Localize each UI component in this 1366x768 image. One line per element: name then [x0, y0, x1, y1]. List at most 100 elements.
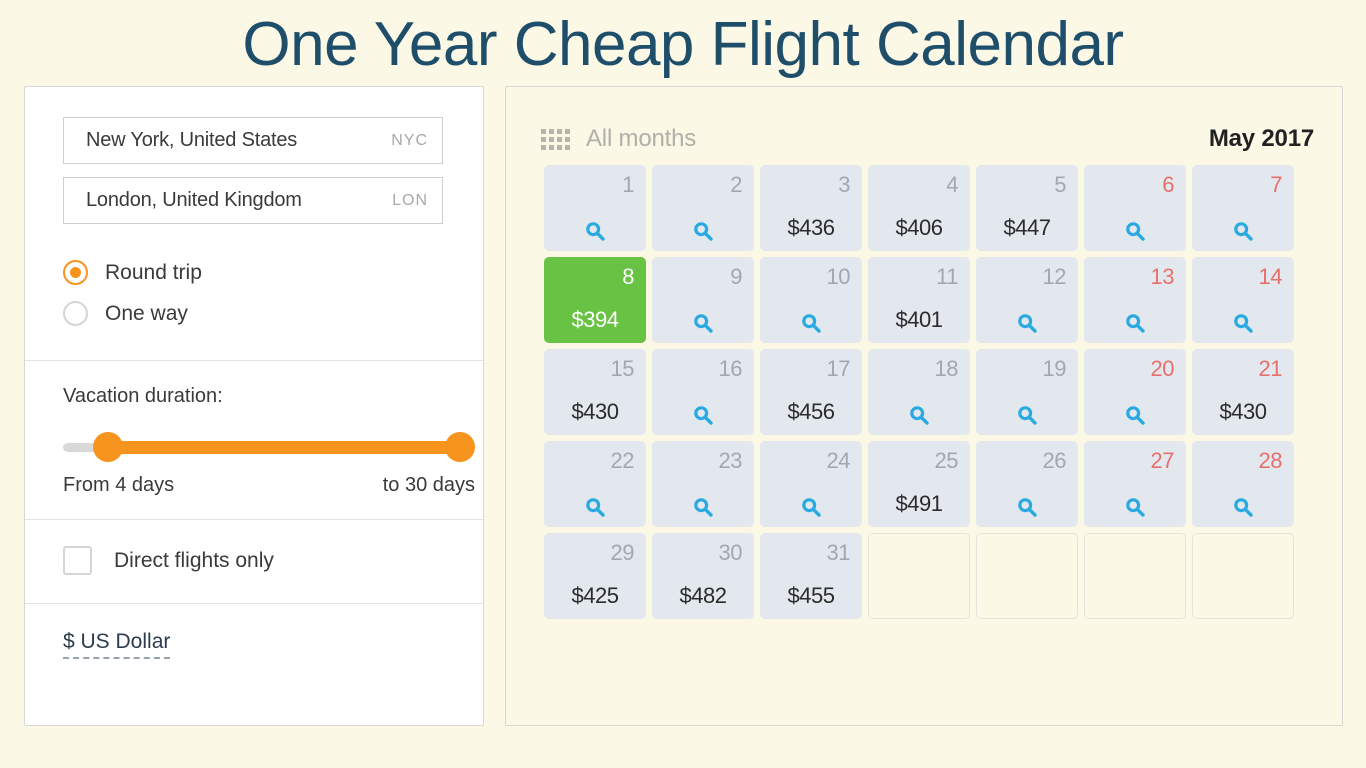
- origin-field[interactable]: New York, United States NYC: [63, 117, 443, 164]
- calendar-day-cell[interactable]: 23: [652, 441, 754, 527]
- calendar-day-cell[interactable]: 31 $455: [760, 533, 862, 619]
- day-number: 17: [826, 356, 851, 381]
- slider-handle-max[interactable]: [445, 432, 475, 462]
- calendar-day-cell[interactable]: 12: [976, 257, 1078, 343]
- calendar-day-cell[interactable]: 8 $394: [544, 257, 646, 343]
- calendar-day-cell[interactable]: 11 $401: [868, 257, 970, 343]
- magnifier-icon[interactable]: [544, 220, 646, 242]
- calendar-day-cell[interactable]: 9: [652, 257, 754, 343]
- calendar-day-cell[interactable]: 24: [760, 441, 862, 527]
- calendar-day-cell[interactable]: 26: [976, 441, 1078, 527]
- magnifier-icon[interactable]: [1192, 312, 1294, 334]
- day-number: 14: [1258, 264, 1283, 289]
- radio-one-way[interactable]: One way: [63, 293, 445, 334]
- day-number: 9: [730, 264, 742, 289]
- currency-selector[interactable]: $ US Dollar: [63, 630, 171, 659]
- magnifier-icon[interactable]: [652, 404, 754, 426]
- day-number: 28: [1258, 448, 1283, 473]
- duration-range-labels: From 4 days to 30 days: [63, 474, 475, 497]
- magnifier-icon[interactable]: [1084, 312, 1186, 334]
- magnifier-icon[interactable]: [1084, 496, 1186, 518]
- magnifier-icon[interactable]: [652, 496, 754, 518]
- calendar-day-cell[interactable]: 18: [868, 349, 970, 435]
- calendar-cell-empty: [1192, 533, 1294, 619]
- day-price: $406: [895, 215, 943, 240]
- magnifier-icon[interactable]: [976, 496, 1078, 518]
- magnifier-icon[interactable]: [1084, 404, 1186, 426]
- calendar-day-cell[interactable]: 29 $425: [544, 533, 646, 619]
- magnifier-icon[interactable]: [652, 312, 754, 334]
- direct-flights-section: Direct flights only: [25, 520, 483, 604]
- calendar-day-cell[interactable]: 25 $491: [868, 441, 970, 527]
- radio-selected-icon: [63, 260, 88, 285]
- calendar-day-cell[interactable]: 22: [544, 441, 646, 527]
- calendar-day-cell[interactable]: 1: [544, 165, 646, 251]
- calendar-day-cell[interactable]: 15 $430: [544, 349, 646, 435]
- calendar-cell-empty: [1084, 533, 1186, 619]
- day-number: 22: [610, 448, 635, 473]
- day-number: 13: [1150, 264, 1175, 289]
- magnifier-icon[interactable]: [1192, 220, 1294, 242]
- day-number: 24: [826, 448, 851, 473]
- calendar-day-cell[interactable]: 21 $430: [1192, 349, 1294, 435]
- day-number: 10: [826, 264, 851, 289]
- day-number: 5: [1054, 172, 1066, 197]
- radio-round-trip[interactable]: Round trip: [63, 252, 445, 293]
- day-number: 6: [1162, 172, 1174, 197]
- magnifier-icon[interactable]: [868, 404, 970, 426]
- checkbox-unchecked-icon[interactable]: [63, 546, 92, 575]
- calendar-day-cell[interactable]: 14: [1192, 257, 1294, 343]
- calendar-day-cell[interactable]: 27: [1084, 441, 1186, 527]
- calendar-day-cell[interactable]: 2: [652, 165, 754, 251]
- day-number: 27: [1150, 448, 1175, 473]
- day-number: 19: [1042, 356, 1067, 381]
- magnifier-icon[interactable]: [976, 404, 1078, 426]
- day-price: $401: [895, 307, 943, 332]
- calendar-cell-empty: [868, 533, 970, 619]
- all-months-button[interactable]: All months: [541, 125, 696, 153]
- all-months-label: All months: [586, 125, 697, 152]
- day-price: $455: [787, 583, 835, 608]
- calendar-day-cell[interactable]: 5 $447: [976, 165, 1078, 251]
- day-number: 1: [622, 172, 634, 197]
- calendar-day-cell[interactable]: 16: [652, 349, 754, 435]
- day-number: 21: [1258, 356, 1283, 381]
- day-number: 16: [718, 356, 743, 381]
- trip-type-group: Round trip One way: [25, 248, 483, 360]
- duration-range-slider[interactable]: [63, 432, 475, 462]
- day-price: $447: [1003, 215, 1051, 240]
- magnifier-icon[interactable]: [976, 312, 1078, 334]
- calendar-day-cell[interactable]: 30 $482: [652, 533, 754, 619]
- calendar-day-cell[interactable]: 10: [760, 257, 862, 343]
- currency-section: $ US Dollar: [25, 604, 483, 685]
- day-price: $430: [1219, 399, 1267, 424]
- calendar-day-cell[interactable]: 28: [1192, 441, 1294, 527]
- magnifier-icon[interactable]: [760, 496, 862, 518]
- calendar-day-cell[interactable]: 3 $436: [760, 165, 862, 251]
- calendar-day-cell[interactable]: 7: [1192, 165, 1294, 251]
- magnifier-icon[interactable]: [1084, 220, 1186, 242]
- calendar-day-cell[interactable]: 20: [1084, 349, 1186, 435]
- magnifier-icon[interactable]: [1192, 496, 1294, 518]
- day-price: $394: [571, 307, 619, 332]
- day-number: 29: [610, 540, 635, 565]
- calendar-day-cell[interactable]: 13: [1084, 257, 1186, 343]
- day-price: $430: [571, 399, 619, 424]
- magnifier-icon[interactable]: [760, 312, 862, 334]
- calendar-day-cell[interactable]: 4 $406: [868, 165, 970, 251]
- calendar-header: All months May 2017: [506, 87, 1342, 165]
- day-number: 31: [826, 540, 851, 565]
- day-price: $436: [787, 215, 835, 240]
- slider-handle-min[interactable]: [93, 432, 123, 462]
- day-number: 30: [718, 540, 743, 565]
- magnifier-icon[interactable]: [544, 496, 646, 518]
- magnifier-icon[interactable]: [652, 220, 754, 242]
- calendar-day-cell[interactable]: 6: [1084, 165, 1186, 251]
- radio-round-trip-label: Round trip: [105, 260, 202, 284]
- calendar-day-cell[interactable]: 17 $456: [760, 349, 862, 435]
- direct-flights-row[interactable]: Direct flights only: [25, 520, 483, 603]
- day-number: 7: [1270, 172, 1282, 197]
- destination-field[interactable]: London, United Kingdom LON: [63, 177, 443, 224]
- calendar-day-cell[interactable]: 19: [976, 349, 1078, 435]
- grid-dots-icon: [541, 128, 570, 150]
